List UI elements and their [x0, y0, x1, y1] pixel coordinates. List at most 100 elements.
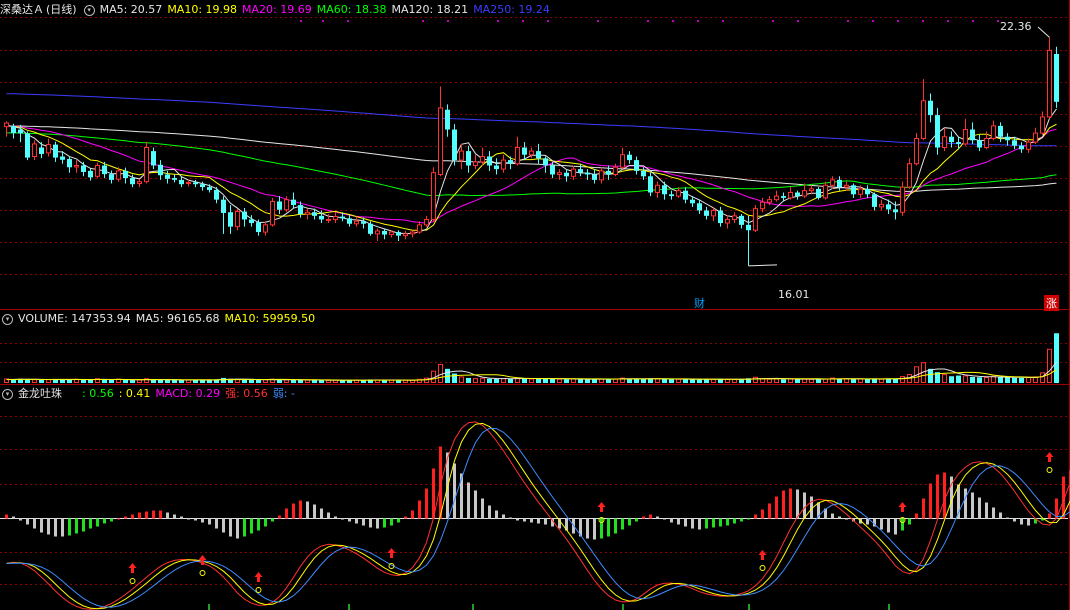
candle-up	[424, 218, 429, 226]
macd-histogram-bar	[180, 516, 183, 519]
macd-histogram-bar	[292, 503, 295, 519]
candle-down	[214, 189, 219, 200]
candle-down	[123, 170, 128, 179]
candle-up	[802, 190, 807, 197]
candle-down	[851, 185, 856, 195]
signal-dot	[522, 20, 524, 22]
signal-dot	[697, 20, 699, 22]
stock-name[interactable]: 深桑达Ａ	[0, 3, 44, 16]
volume-bar	[32, 379, 37, 383]
indicator-panel-header: ▾ 金龙吐珠 : 0.56: 0.41 MACD: 0.29 强: 0.56 弱: -	[0, 386, 305, 401]
volume-bar	[676, 378, 681, 384]
volume-bar	[571, 378, 576, 384]
volume-bar	[767, 378, 772, 383]
volume-bar	[522, 378, 527, 383]
volume-bar	[732, 378, 737, 383]
chart-period: (日线)	[46, 3, 77, 16]
volume-indicators: VOLUME: 147353.94 MA5: 96165.68 MA10: 5995…	[18, 312, 320, 325]
volume-bar	[795, 379, 800, 383]
macd-histogram-bar	[803, 492, 806, 519]
volume-bar	[102, 379, 107, 383]
macd-histogram-bar	[348, 518, 351, 522]
candle-down	[81, 165, 86, 172]
macd-histogram-bar	[117, 518, 120, 520]
ma120-line	[6, 125, 1057, 192]
candle-down	[935, 115, 940, 148]
volume-bar	[172, 379, 177, 383]
candle-down	[648, 176, 653, 193]
collapse-icon[interactable]: ▾	[2, 313, 13, 325]
candle-up	[732, 215, 737, 220]
macd-histogram-bar	[719, 518, 722, 527]
macd-histogram-bar	[187, 518, 190, 520]
price-indicator-3: MA60: 18.38	[316, 3, 387, 16]
candle-down	[522, 147, 527, 155]
macd-histogram-bar	[453, 463, 456, 519]
volume-bar	[312, 380, 317, 383]
macd-histogram-bar	[537, 518, 540, 524]
volume-bar	[109, 379, 114, 383]
macd-histogram-bar	[82, 518, 85, 532]
macd-histogram-bar	[488, 505, 491, 519]
macd-histogram-bar	[369, 518, 372, 528]
candle-down	[816, 188, 821, 198]
macd-histogram-bar	[663, 518, 666, 520]
candle-down	[662, 185, 667, 195]
candle-up	[711, 209, 716, 217]
volume-bar	[1054, 333, 1059, 383]
candle-down	[25, 133, 30, 158]
volume-bar	[326, 379, 331, 383]
macd-histogram-bar	[544, 518, 547, 525]
candle-down	[1005, 136, 1010, 141]
volume-bar	[123, 379, 128, 383]
volume-bar	[508, 378, 513, 383]
candle-down	[11, 125, 16, 134]
macd-histogram-bar	[131, 514, 134, 519]
ma250-line	[6, 93, 1057, 147]
limit-up-tag[interactable]: 涨	[1044, 295, 1059, 311]
candle-up	[501, 159, 506, 170]
macd-histogram-bar	[593, 518, 596, 540]
volume-bar	[564, 379, 569, 383]
volume-bar	[221, 377, 226, 383]
volume-bar	[158, 379, 163, 383]
volume-bar	[977, 377, 982, 383]
macd-histogram-bar	[96, 518, 99, 527]
indicator-name[interactable]: 金龙吐珠	[18, 387, 62, 400]
ma10-line	[6, 123, 1057, 231]
candle-up	[1033, 132, 1038, 143]
candle-down	[634, 160, 639, 171]
bottom-tick	[888, 604, 890, 610]
candle-up	[725, 218, 730, 224]
collapse-icon[interactable]: ▾	[83, 4, 95, 16]
volume-bar	[851, 379, 856, 383]
volume-bar	[60, 379, 65, 383]
candle-down	[256, 222, 261, 233]
signal-dot	[672, 20, 674, 22]
macd-histogram-bar	[775, 496, 778, 519]
candle-down	[53, 144, 58, 158]
volume-bar	[46, 379, 51, 383]
volume-bar	[900, 376, 905, 383]
macd-histogram-bar	[838, 516, 841, 519]
candle-down	[179, 179, 184, 185]
volume-bar	[669, 379, 674, 383]
macd-histogram-bar	[691, 518, 694, 529]
candle-down	[445, 109, 450, 130]
candle-down	[312, 212, 317, 216]
candle-down	[109, 174, 114, 180]
candle-up	[760, 201, 765, 210]
macd-indicators: : 0.56: 0.41 MACD: 0.29 强: 0.56 弱: -	[82, 387, 300, 400]
macd-histogram-bar	[1027, 518, 1030, 526]
macd-histogram-bar	[985, 502, 988, 519]
volume-bar	[501, 378, 506, 383]
signal-dot	[797, 20, 799, 22]
candle-up	[4, 122, 9, 128]
collapse-icon[interactable]: ▾	[2, 388, 13, 400]
volume-bar	[277, 379, 282, 383]
macd-histogram-bar	[677, 518, 680, 525]
candle-up	[991, 125, 996, 140]
price-panel-header: 深桑达Ａ (日线) ▾ MA5: 20.57 MA10: 19.98 MA20: 19.6…	[0, 2, 560, 17]
finance-event-tag[interactable]: 财	[694, 295, 705, 311]
macd-histogram-bar	[670, 518, 673, 523]
